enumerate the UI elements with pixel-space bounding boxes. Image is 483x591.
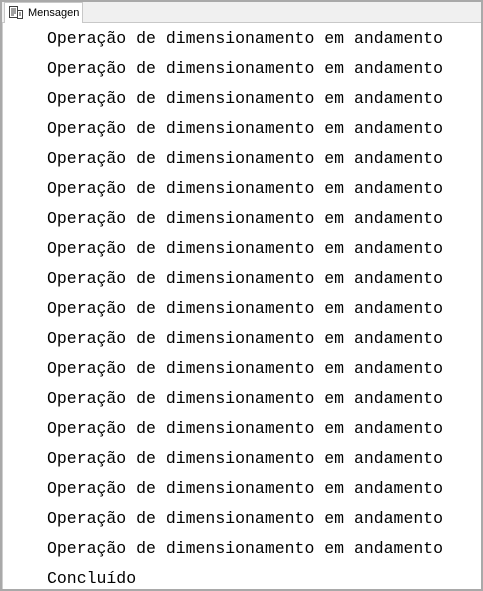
message-list: Operação de dimensionamento em andamento… — [47, 30, 443, 591]
message-line: Operação de dimensionamento em andamento — [47, 239, 444, 258]
message-line: Operação de dimensionamento em andamento — [47, 209, 444, 228]
message-line: Operação de dimensionamento em andamento — [47, 59, 444, 78]
tab-messages-label: Mensagen — [28, 6, 80, 19]
message-line: Operação de dimensionamento em andamento — [47, 509, 444, 528]
message-line: Operação de dimensionamento em andamento — [47, 179, 444, 198]
message-line: Concluído — [47, 569, 137, 588]
message-line: Operação de dimensionamento em andamento — [47, 419, 444, 438]
message-line: Operação de dimensionamento em andamento — [47, 29, 444, 48]
messages-panel: Mensagen Operação de dimensionamento em … — [0, 0, 483, 591]
message-line: Operação de dimensionamento em andamento — [47, 449, 444, 468]
message-line: Operação de dimensionamento em andamento — [47, 359, 444, 378]
results-tabstrip: Mensagen — [2, 2, 481, 23]
message-line: Operação de dimensionamento em andamento — [47, 89, 444, 108]
message-line: Operação de dimensionamento em andamento — [47, 389, 444, 408]
messages-document-icon — [8, 6, 24, 20]
message-line: Operação de dimensionamento em andamento — [47, 149, 444, 168]
message-line: Operação de dimensionamento em andamento — [47, 329, 444, 348]
message-line: Operação de dimensionamento em andamento — [47, 539, 444, 558]
message-line: Operação de dimensionamento em andamento — [47, 479, 444, 498]
message-line: Operação de dimensionamento em andamento — [47, 269, 444, 288]
messages-output[interactable]: Operação de dimensionamento em andamento… — [2, 23, 481, 589]
tab-messages[interactable]: Mensagen — [4, 2, 83, 23]
message-line: Operação de dimensionamento em andamento — [47, 119, 444, 138]
message-line: Operação de dimensionamento em andamento — [47, 299, 444, 318]
